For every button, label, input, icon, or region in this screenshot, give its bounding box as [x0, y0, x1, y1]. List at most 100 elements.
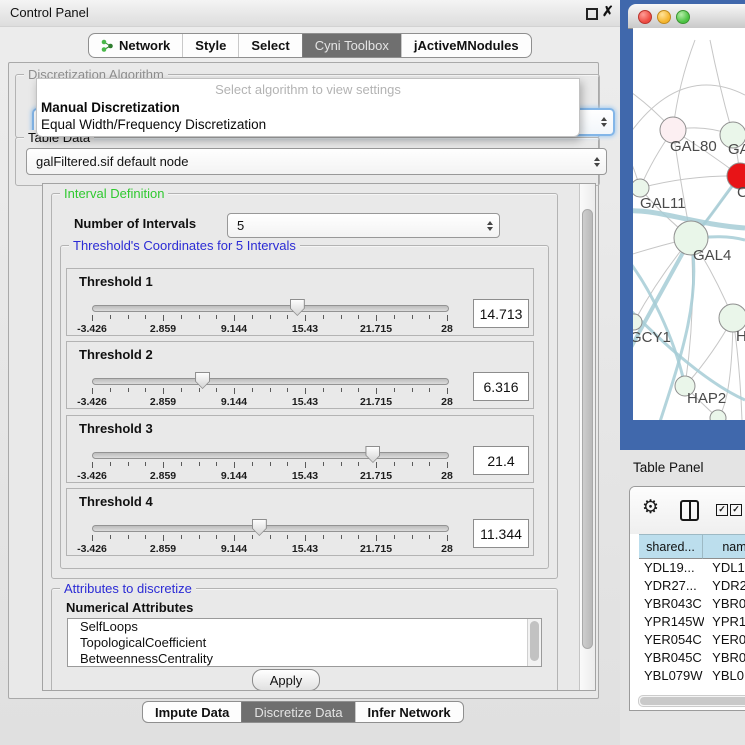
scrollbar-thumb[interactable] — [530, 621, 539, 661]
scale-label: 2.859 — [150, 470, 176, 482]
vertical-scrollbar[interactable] — [579, 184, 595, 690]
tab-jactivemnodules[interactable]: jActiveMNodules — [401, 34, 531, 57]
table-data-combobox[interactable]: galFiltered.sif default node — [26, 148, 607, 175]
bottom-tab-bar: Impute DataDiscretize Data Infer Network — [142, 701, 464, 723]
tab-select[interactable]: Select — [238, 34, 301, 57]
horizontal-scrollbar[interactable] — [638, 695, 745, 707]
minimize-traffic-light-icon[interactable] — [657, 10, 671, 24]
list-scrollbar[interactable] — [527, 619, 541, 666]
threshold-value-field[interactable]: 14.713 — [473, 299, 529, 328]
table-row[interactable]: YBL079WYBL0 — [639, 666, 745, 682]
table-row[interactable]: YBR043CYBR0 — [639, 594, 745, 612]
slider-track[interactable] — [92, 525, 449, 532]
tick-mark — [110, 315, 111, 319]
close-icon[interactable]: ✗ — [602, 4, 614, 18]
slider-thumb-face — [366, 447, 379, 462]
threshold-slider[interactable]: -3.4262.8599.14415.4321.71528 — [92, 302, 447, 334]
list-item-selfloops[interactable]: SelfLoops — [68, 619, 541, 635]
slider-track[interactable] — [92, 452, 449, 459]
tick-mark — [234, 315, 235, 321]
tick-mark — [270, 535, 271, 539]
number-of-intervals-combobox[interactable]: 5 — [227, 213, 500, 238]
tick-mark — [181, 388, 182, 392]
table-row[interactable]: YBR045CYBR0 — [639, 648, 745, 666]
threshold-value-field[interactable]: 6.316 — [473, 372, 529, 401]
column-header-shared-[interactable]: shared... — [639, 534, 703, 559]
table-data-value: galFiltered.sif default node — [36, 154, 188, 169]
tick-mark — [323, 462, 324, 466]
menu-item-equal-width-frequency[interactable]: Equal Width/Frequency Discretization — [41, 117, 266, 132]
checkbox-checked-icon[interactable]: ✓ — [716, 504, 728, 516]
list-item-topologicalcoefficient[interactable]: TopologicalCoefficient — [68, 635, 541, 651]
slider-track[interactable] — [92, 378, 449, 385]
slider-track[interactable] — [92, 305, 449, 312]
split-columns-icon[interactable] — [680, 500, 699, 521]
table-toolbar: ⚙ ✓ ✓ — [630, 487, 745, 534]
gear-icon[interactable]: ⚙ — [642, 498, 659, 517]
slider-thumb[interactable] — [252, 519, 267, 536]
tab-label: Infer Network — [368, 705, 451, 720]
table-row[interactable]: YDL19...YDL1 — [639, 558, 745, 576]
scale-label: 28 — [441, 543, 453, 555]
slider-thumb[interactable] — [365, 446, 380, 463]
table-cell: YDL19... — [639, 558, 704, 576]
tick-mark — [145, 315, 146, 319]
threshold-slider[interactable]: -3.4262.8599.14415.4321.71528 — [92, 449, 447, 481]
apply-button[interactable]: Apply — [252, 669, 320, 691]
scale-label: 21.715 — [360, 470, 392, 482]
table-cell: YBR045C — [639, 648, 704, 666]
scale-label: -3.426 — [77, 470, 107, 482]
tick-mark — [145, 462, 146, 466]
table-row[interactable]: YER054CYER0 — [639, 630, 745, 648]
threshold-value-field[interactable]: 21.4 — [473, 446, 529, 475]
network-view-canvas[interactable]: GAL80GACGAL11GAL4GCY1HAHAP2 — [633, 28, 745, 420]
scale-label: 2.859 — [150, 396, 176, 408]
zoom-traffic-light-icon[interactable] — [676, 10, 690, 24]
threshold-slider[interactable]: -3.4262.8599.14415.4321.71528 — [92, 375, 447, 407]
table-row[interactable]: YPR145WYPR1 — [639, 612, 745, 630]
scrollbar-thumb[interactable] — [582, 209, 593, 649]
tab-network[interactable]: Network — [89, 34, 182, 57]
slider-thumb[interactable] — [195, 372, 210, 389]
tab-discretize-data[interactable]: Discretize Data — [241, 702, 354, 722]
slider-thumb[interactable] — [290, 299, 305, 316]
scale-label: -3.426 — [77, 543, 107, 555]
table-row[interactable]: YDR27...YDR2 — [639, 576, 745, 594]
tick-mark — [163, 315, 164, 321]
column-header-name[interactable]: name — [703, 534, 745, 559]
tab-style[interactable]: Style — [182, 34, 238, 57]
tick-mark — [429, 535, 430, 539]
tick-mark — [358, 535, 359, 539]
tab-infer-network[interactable]: Infer Network — [355, 702, 463, 722]
tick-mark — [92, 535, 93, 541]
close-traffic-light-icon[interactable] — [638, 10, 652, 24]
threshold-slider[interactable]: -3.4262.8599.14415.4321.71528 — [92, 522, 447, 554]
scrollbar-thumb[interactable] — [640, 697, 745, 705]
group-label: Threshold's Coordinates for 5 Intervals — [69, 238, 300, 253]
tick-mark — [92, 315, 93, 321]
table-cell: YER0 — [704, 630, 745, 648]
tab-label: Cyni Toolbox — [315, 38, 389, 53]
tick-mark — [252, 535, 253, 539]
table-data-group: Table Data galFiltered.sif default node — [15, 137, 600, 186]
menu-item-manual-discretization[interactable]: Manual Discretization — [41, 100, 180, 115]
tab-impute-data[interactable]: Impute Data — [143, 702, 241, 722]
tick-mark — [305, 462, 306, 468]
table-cell: YDR27... — [639, 576, 704, 594]
numerical-attributes-list[interactable]: SelfLoopsTopologicalCoefficientBetweenne… — [67, 618, 542, 667]
list-item-betweennesscentrality[interactable]: BetweennessCentrality — [68, 651, 541, 667]
table-cell: YER054C — [639, 630, 704, 648]
tick-mark — [412, 535, 413, 539]
top-tab-bar: NetworkStyleSelect Cyni Toolbox jActiveMNo… — [88, 33, 532, 58]
tick-mark — [394, 535, 395, 539]
tab-cyni-toolbox[interactable]: Cyni Toolbox — [302, 34, 401, 57]
slider-thumb-face — [253, 520, 266, 535]
node-label: HAP2 — [687, 390, 726, 407]
network-node[interactable] — [710, 410, 726, 420]
tick-mark — [216, 388, 217, 392]
float-window-icon[interactable] — [586, 8, 598, 20]
tick-mark — [128, 462, 129, 466]
threshold-value-field[interactable]: 11.344 — [473, 519, 529, 548]
checkbox-checked-icon[interactable]: ✓ — [730, 504, 742, 516]
network-window-titlebar[interactable] — [628, 4, 745, 29]
